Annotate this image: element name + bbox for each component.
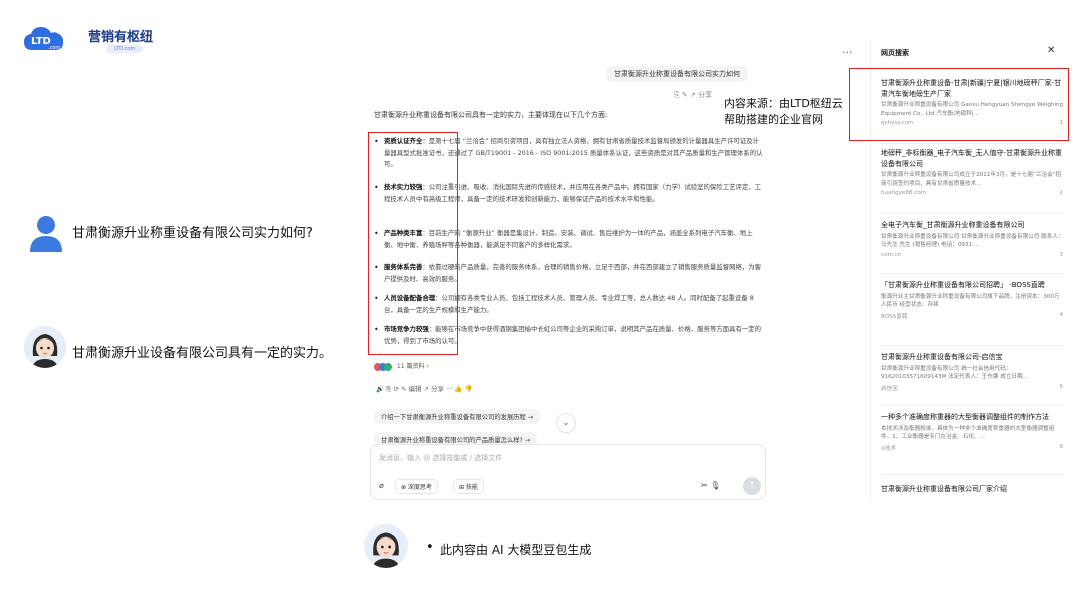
assistant-avatar bbox=[364, 524, 408, 568]
result-index: 4 bbox=[1059, 311, 1063, 318]
close-icon[interactable]: ✕ bbox=[1047, 45, 1055, 56]
source-favicon-icon bbox=[384, 362, 392, 371]
search-result[interactable]: 「甘肃衡源升业称重设备有限公司招聘」 -BOSS直聘 衡源升业主甘肃衡源升业称重… bbox=[881, 280, 1065, 320]
result-title[interactable]: 甘肃衡源升业称重设备有限公司-启信宝 bbox=[881, 352, 1065, 363]
references-label: 11 篇资料 › bbox=[396, 363, 429, 370]
send-button[interactable]: ↑ bbox=[743, 477, 761, 495]
source-annotation: 内容来源：由LTD枢纽云帮助搭建的企业官网 bbox=[724, 97, 843, 126]
result-index: 6 bbox=[1059, 443, 1063, 450]
result-source: 启信宝 bbox=[881, 385, 898, 392]
skill-button[interactable]: ⊞ 技能 bbox=[453, 479, 484, 494]
cloud-logo-sub: .com bbox=[48, 45, 60, 51]
result-index: 3 bbox=[1059, 251, 1063, 258]
answer-text: 甘肃衡源升业设备有限公司具有一定的实力。 bbox=[72, 346, 333, 361]
brand-badge: LTD.com bbox=[106, 45, 144, 53]
question-text: 甘肃衡源升业称重设备有限公司实力如何? bbox=[72, 226, 313, 241]
brand-logo: LTD .com 营销有枢纽 LTD.com bbox=[22, 24, 182, 64]
assistant-avatar bbox=[24, 326, 66, 368]
result-title[interactable]: 地磅秤_非标衡器_电子汽车衡_无人值守-甘肃衡源升业称重设备有限公司 bbox=[881, 148, 1065, 169]
highlight-box bbox=[368, 132, 458, 355]
more-icon[interactable]: ··· bbox=[842, 46, 853, 59]
user-message-bubble: 甘肃衡源升业称重设备有限公司实力如何 bbox=[606, 66, 748, 82]
deep-think-button[interactable]: ⊗ 深度思考 bbox=[395, 479, 438, 494]
scroll-down-button[interactable]: ⌄ bbox=[556, 413, 576, 433]
divider bbox=[881, 273, 1065, 274]
search-result[interactable]: 地磅秤_非标衡器_电子汽车衡_无人值守-甘肃衡源升业称重设备有限公司 甘肃衡源升… bbox=[881, 148, 1065, 196]
result-title[interactable]: 甘肃衡源升业称重设备有限公司厂家介绍 bbox=[881, 484, 1065, 495]
brand-name: 营销有枢纽 bbox=[88, 30, 154, 45]
result-source: com.cn bbox=[881, 251, 902, 258]
highlight-box bbox=[849, 68, 1069, 141]
result-title[interactable]: 全电子汽车衡_甘肃衡源升业称重设备有限公司 bbox=[881, 220, 1065, 231]
suggestion-chip[interactable]: 介绍一下甘肃衡源升业称重设备有限公司的发展历程 → bbox=[374, 409, 541, 424]
search-result[interactable]: 全电子汽车衡_甘肃衡源升业称重设备有限公司 甘肃衡源升业称重设备有限公司 甘肃衡… bbox=[881, 220, 1065, 258]
search-result[interactable]: 甘肃衡源升业称重设备有限公司-启信宝 甘肃衡源升业称重设备有限公司 统一社会信用… bbox=[881, 352, 1065, 392]
result-desc: 甘肃衡源升业称重设备有限公司 甘肃衡源升业称重设备有限公司 联系人：马先生 先生… bbox=[881, 233, 1064, 249]
result-title[interactable]: 「甘肃衡源升业称重设备有限公司招聘」 -BOSS直聘 bbox=[881, 280, 1065, 291]
scissors-mic-icons[interactable]: ✂ 🎙 bbox=[701, 481, 720, 490]
result-index: 2 bbox=[1059, 190, 1063, 196]
divider bbox=[881, 143, 1065, 144]
cloud-logo-icon: LTD .com bbox=[24, 27, 64, 51]
divider bbox=[881, 404, 1065, 405]
cartoon-girl-icon bbox=[364, 524, 408, 568]
cartoon-girl-icon bbox=[24, 326, 66, 368]
search-result[interactable]: 甘肃衡源升业称重设备有限公司厂家介绍 bbox=[881, 484, 1065, 495]
reply-intro: 甘肃衡源升业称重设备有限公司具有一定的实力，主要体现在以下几个方面: bbox=[374, 111, 608, 119]
result-desc: 甘肃衡源升业称重设备有限公司成立于2011年3月，是十七届“兰洽会”招商引资签约… bbox=[881, 172, 1062, 187]
user-icon bbox=[30, 216, 62, 252]
search-result[interactable]: 一种多个准确度称重器的大型衡器调整组件的制作方法 本技术涉及衡器校准，具体为一种… bbox=[881, 412, 1065, 452]
result-source: X技术 bbox=[881, 445, 897, 452]
divider bbox=[881, 345, 1065, 346]
references-link[interactable]: 11 篇资料 › bbox=[374, 361, 429, 371]
result-desc: 本技术涉及衡器校准，具体为一种多个准确度称重器的大型衡器调整组件。1、工业衡器是… bbox=[881, 425, 1055, 441]
result-title[interactable]: 一种多个准确度称重器的大型衡器调整组件的制作方法 bbox=[881, 412, 1065, 423]
message-input[interactable]: 发消息、输入 @ 选择技能或 / 选择文件 bbox=[379, 453, 502, 463]
result-desc: 甘肃衡源升业称重设备有限公司 统一社会信用代码：9162010357160914… bbox=[881, 365, 1028, 381]
result-index: 5 bbox=[1059, 383, 1063, 390]
message-toolbar[interactable]: ⎘ ✎ ↗ 分享 bbox=[674, 90, 712, 100]
footer-text: 此内容由 AI 大模型豆包生成 bbox=[440, 543, 592, 557]
reply-toolbar[interactable]: 🔊 ⎘ ⟳ ✎ 编辑 ↗ 分享 ··· 👍 👎 bbox=[376, 383, 473, 394]
footer-bullet: • bbox=[426, 540, 434, 555]
result-source: BOSS直聘 bbox=[881, 313, 908, 320]
divider bbox=[881, 474, 1065, 475]
result-source: huangye88.com bbox=[881, 190, 927, 196]
divider bbox=[881, 212, 1065, 213]
panel-title: 网页搜索 bbox=[881, 49, 909, 57]
attach-icon[interactable]: ⌀ bbox=[379, 481, 384, 490]
message-input-box[interactable]: 发消息、输入 @ 选择技能或 / 选择文件 ⌀ ⊗ 深度思考 ⊞ 技能 ✂ 🎙 … bbox=[370, 444, 766, 500]
result-desc: 衡源升业主甘肃衡源升业称重设备有限公司旗下品牌，注册资本：300万人民币 经营状… bbox=[881, 293, 1060, 309]
